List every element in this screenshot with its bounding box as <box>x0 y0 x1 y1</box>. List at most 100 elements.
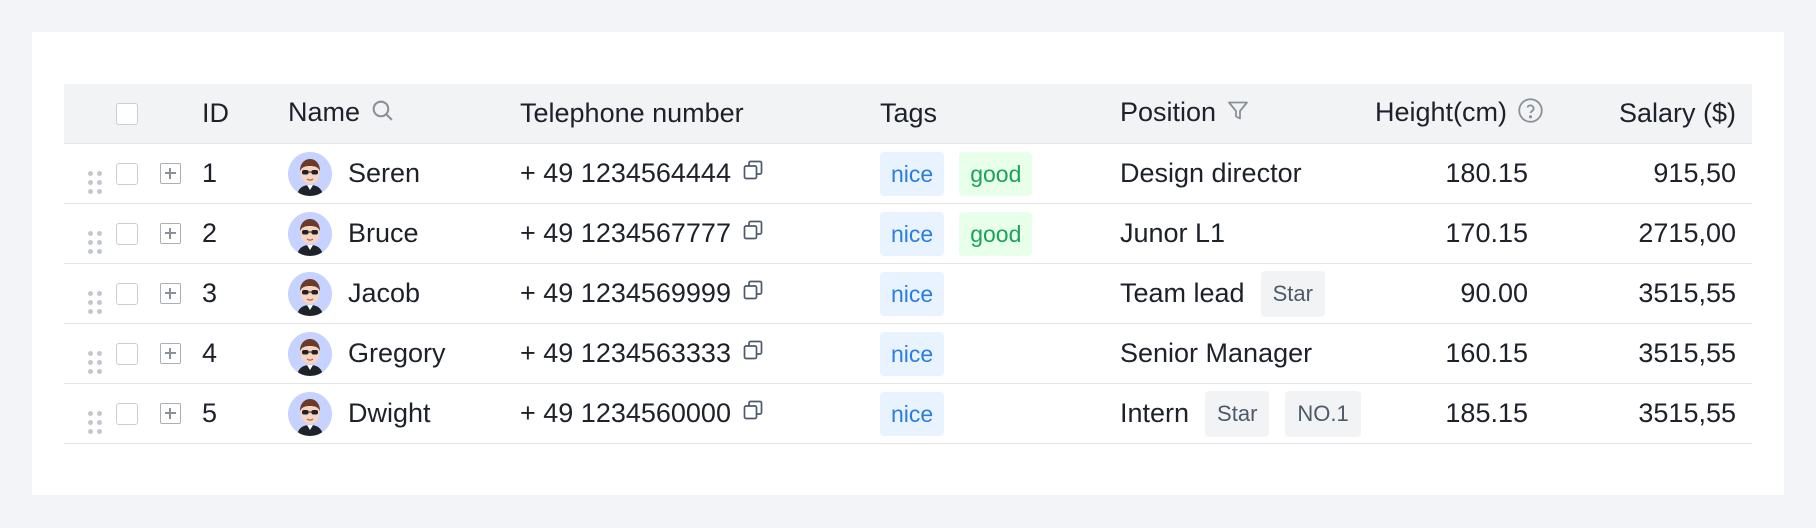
phone-text: + 49 1234560000 <box>520 398 731 428</box>
expand-row-icon[interactable] <box>160 283 181 304</box>
position-cell: Design director <box>1120 143 1338 204</box>
position-cell: Junor L1 <box>1120 203 1338 264</box>
expand-cell <box>160 143 202 204</box>
column-header-salary[interactable]: Salary ($) <box>1544 84 1752 144</box>
id-cell: 1 <box>202 143 288 204</box>
column-header-name-label: Name <box>288 97 361 128</box>
column-header-tags-label: Tags <box>880 98 938 128</box>
copy-icon[interactable] <box>741 158 765 189</box>
salary-cell: 2715,00 <box>1544 203 1752 264</box>
phone-text: + 49 1234563333 <box>520 338 731 368</box>
select-cell <box>116 383 160 444</box>
name-cell: Bruce <box>288 203 520 264</box>
id-cell: 5 <box>202 383 288 444</box>
phone-cell: + 49 1234569999 <box>520 263 880 324</box>
drag-handle-icon[interactable] <box>88 411 102 435</box>
name-cell: Dwight <box>288 383 520 444</box>
tag-nice: nice <box>880 391 945 436</box>
salary-cell: 3515,55 <box>1544 323 1752 384</box>
search-icon[interactable] <box>370 98 395 130</box>
copy-icon[interactable] <box>741 338 765 369</box>
table-row[interactable]: 3 Jacob + 49 1234569999 nice Team lead St… <box>64 263 1752 324</box>
height-cell: 185.15 <box>1338 383 1544 444</box>
expand-cell <box>160 263 202 324</box>
row-checkbox[interactable] <box>116 222 138 245</box>
drag-cell <box>64 263 116 324</box>
phone-text: + 49 1234567777 <box>520 218 731 248</box>
tag-nice: nice <box>880 331 945 376</box>
phone-cell: + 49 1234567777 <box>520 203 880 264</box>
help-circle-icon[interactable] <box>1517 97 1544 131</box>
phone-cell: + 49 1234563333 <box>520 323 880 384</box>
position-badge: NO.1 <box>1285 390 1361 437</box>
table-row[interactable]: 1 Seren + 49 1234564444 nice good Design … <box>64 143 1752 204</box>
row-checkbox[interactable] <box>116 342 138 365</box>
position-cell: Intern Star NO.1 <box>1120 383 1361 444</box>
tags-cell: nice good <box>880 203 1120 264</box>
table-panel: ID Name Telephone number Tags Position H… <box>32 32 1784 495</box>
drag-handle-icon[interactable] <box>88 171 102 195</box>
expand-row-icon[interactable] <box>160 163 181 184</box>
column-header-tags[interactable]: Tags <box>880 84 1120 144</box>
expand-cell <box>160 383 202 444</box>
salary-cell: 3515,55 <box>1544 263 1752 324</box>
expand-cell <box>160 323 202 384</box>
column-header-position[interactable]: Position <box>1120 84 1338 144</box>
position-text: Intern <box>1120 398 1190 428</box>
avatar <box>288 331 332 376</box>
tag-nice: nice <box>880 211 945 256</box>
avatar <box>288 211 332 256</box>
position-cell: Team lead Star <box>1120 263 1338 324</box>
select-all-checkbox[interactable] <box>116 102 138 125</box>
expand-row-icon[interactable] <box>160 223 181 244</box>
avatar <box>288 151 332 196</box>
phone-text: + 49 1234564444 <box>520 158 731 188</box>
table-row[interactable]: 2 Bruce + 49 1234567777 nice good Junor L… <box>64 203 1752 264</box>
tag-nice: nice <box>880 271 945 316</box>
column-header-id-label: ID <box>202 98 229 128</box>
tags-cell: nice <box>880 383 1120 444</box>
tags-cell: nice <box>880 263 1120 324</box>
column-header-height[interactable]: Height(cm) <box>1338 84 1544 144</box>
name-cell: Gregory <box>288 323 520 384</box>
row-checkbox[interactable] <box>116 282 138 305</box>
drag-header <box>64 84 116 144</box>
column-header-name[interactable]: Name <box>288 84 520 144</box>
position-text: Senior Manager <box>1120 338 1313 368</box>
select-all-header <box>116 84 160 144</box>
id-cell: 4 <box>202 323 288 384</box>
expand-row-icon[interactable] <box>160 403 181 424</box>
position-text: Junor L1 <box>1120 218 1226 248</box>
id-cell: 3 <box>202 263 288 324</box>
height-cell: 180.15 <box>1338 143 1544 204</box>
expand-row-icon[interactable] <box>160 343 181 364</box>
name-cell: Jacob <box>288 263 520 324</box>
copy-icon[interactable] <box>741 398 765 429</box>
filter-icon[interactable] <box>1226 98 1250 130</box>
id-cell: 2 <box>202 203 288 264</box>
column-header-salary-label: Salary ($) <box>1618 98 1736 128</box>
select-cell <box>116 263 160 324</box>
salary-cell: 3515,55 <box>1544 383 1752 444</box>
row-checkbox[interactable] <box>116 402 138 425</box>
copy-icon[interactable] <box>741 218 765 249</box>
drag-handle-icon[interactable] <box>88 231 102 255</box>
phone-cell: + 49 1234560000 <box>520 383 880 444</box>
table-row[interactable]: 4 Gregory + 49 1234563333 nice Senior Ma… <box>64 323 1752 384</box>
salary-cell: 915,50 <box>1544 143 1752 204</box>
drag-handle-icon[interactable] <box>88 351 102 375</box>
copy-icon[interactable] <box>741 278 765 309</box>
drag-handle-icon[interactable] <box>88 291 102 315</box>
table-header-row: ID Name Telephone number Tags Position H… <box>64 84 1752 144</box>
column-header-id[interactable]: ID <box>202 84 288 144</box>
table-row[interactable]: 5 Dwight + 49 1234560000 nice Intern Star… <box>64 383 1752 444</box>
column-header-phone[interactable]: Telephone number <box>520 84 880 144</box>
avatar <box>288 271 332 316</box>
position-cell: Senior Manager <box>1120 323 1338 384</box>
name-text: Jacob <box>348 278 421 308</box>
name-text: Bruce <box>348 218 419 248</box>
column-header-height-label: Height(cm) <box>1374 96 1507 127</box>
position-badge: Star <box>1260 270 1325 317</box>
row-checkbox[interactable] <box>116 162 138 185</box>
tags-cell: nice <box>880 323 1120 384</box>
